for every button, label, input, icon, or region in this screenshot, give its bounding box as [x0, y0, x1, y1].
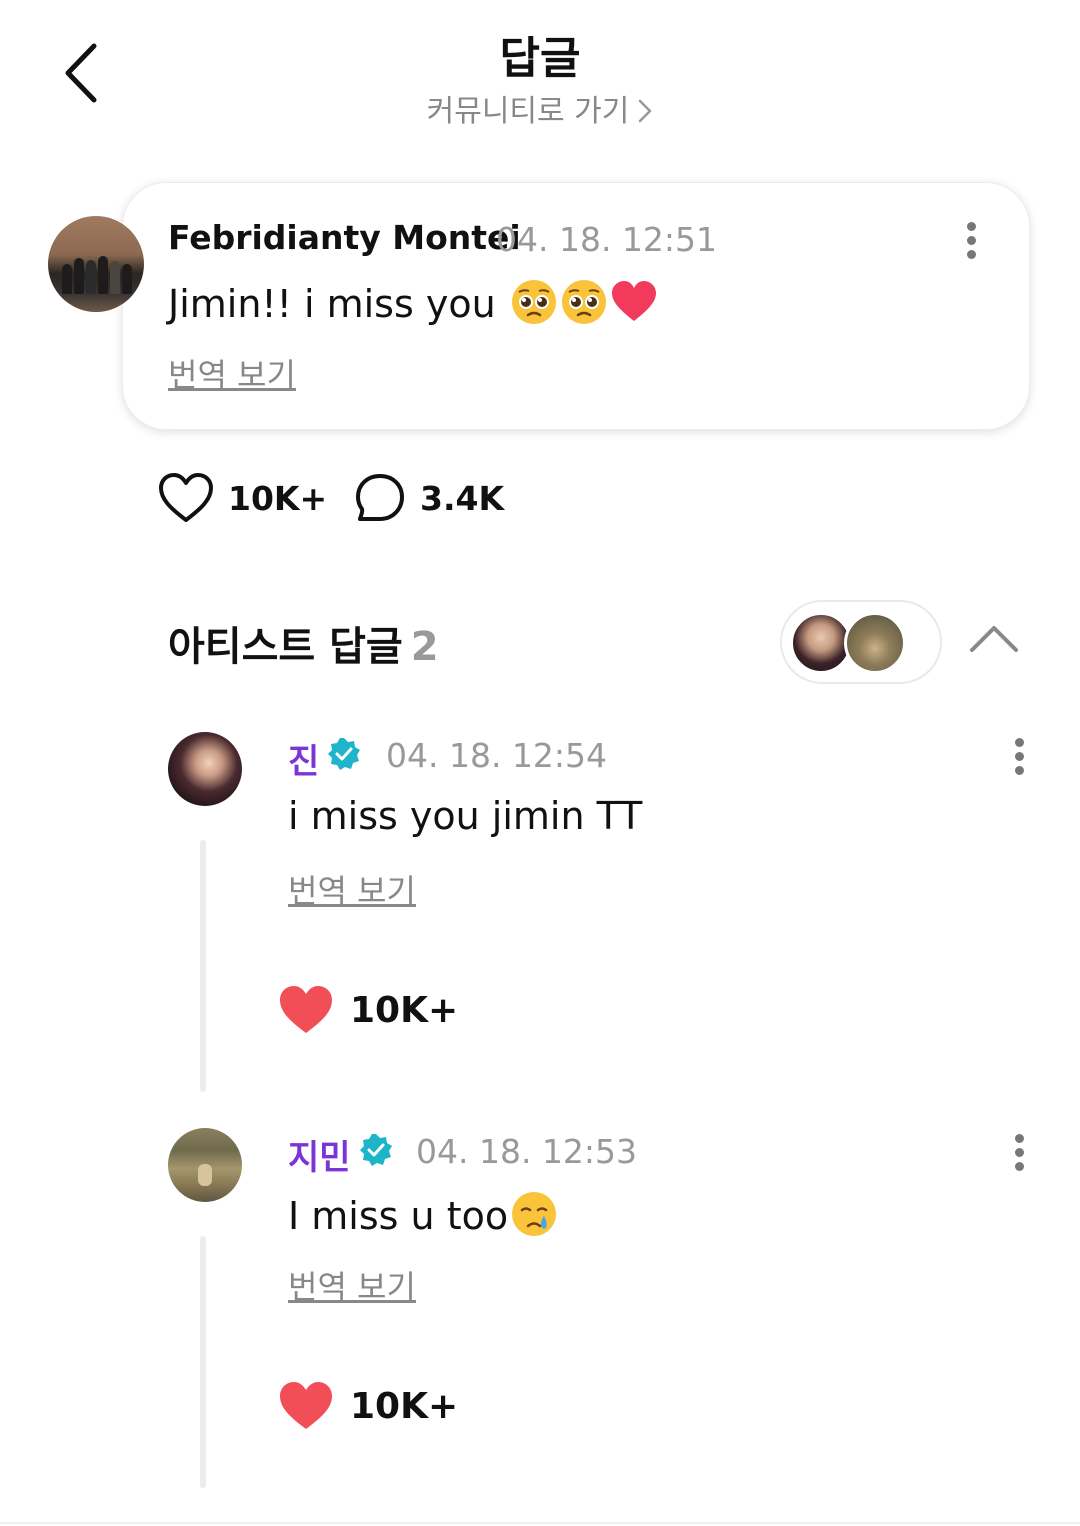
verified-badge-icon [359, 1133, 393, 1176]
artist-replies-heading: 아티스트 답글 2 [168, 614, 439, 672]
reply-author-name: 지민 [288, 1138, 351, 1178]
reply-count-button[interactable]: 3.4K [354, 470, 504, 526]
thread-line [200, 840, 206, 1092]
comment-text: Jimin!! i miss you [168, 278, 658, 335]
like-button[interactable]: 10K+ [158, 470, 327, 526]
avatar [844, 612, 906, 674]
translate-link[interactable]: 번역 보기 [288, 1262, 416, 1308]
speech-bubble-icon [356, 474, 404, 521]
translate-link[interactable]: 번역 보기 [168, 350, 296, 396]
reply-timestamp: 04. 18. 12:53 [416, 1132, 638, 1171]
chevron-up-icon [970, 626, 1018, 652]
reply-author-name: 진 [288, 742, 320, 782]
avatar[interactable] [168, 1128, 242, 1202]
collapse-button[interactable] [966, 616, 1022, 664]
pleading-face-icon [510, 278, 558, 335]
like-count: 10K+ [350, 1385, 459, 1427]
comment-text-body: Jimin!! i miss you [168, 282, 496, 326]
more-options-button[interactable] [1004, 734, 1034, 778]
translate-label: 번역 보기 [288, 872, 416, 910]
verified-badge-icon [327, 737, 361, 780]
reply-author[interactable]: 진 [288, 734, 361, 783]
translate-label: 번역 보기 [288, 1268, 416, 1306]
translate-label: 번역 보기 [168, 356, 296, 394]
thread-line [200, 1236, 206, 1488]
community-link-label: 커뮤니티로 가기 [426, 94, 630, 129]
comment-timestamp: 04. 18. 12:51 [496, 220, 718, 259]
artist-replies-title: 아티스트 답글 [168, 624, 403, 670]
reply-author[interactable]: 지민 [288, 1130, 393, 1179]
chevron-right-icon [637, 94, 653, 129]
reply-text: i miss you jimin TT [288, 794, 643, 838]
pleading-face-icon [560, 278, 608, 335]
heart-outline-icon [159, 473, 213, 522]
red-heart-icon [610, 278, 658, 335]
translate-link[interactable]: 번역 보기 [288, 866, 416, 912]
crying-face-icon [510, 1190, 558, 1247]
like-count: 10K+ [228, 478, 328, 518]
reply-timestamp: 04. 18. 12:54 [386, 736, 608, 775]
more-options-button[interactable] [956, 218, 986, 262]
page-title: 답글 [499, 33, 581, 84]
reply-text-body: I miss u too [288, 1194, 509, 1238]
artist-avatar-stack[interactable] [780, 600, 942, 684]
go-to-community-link[interactable]: 커뮤니티로 가기 [0, 86, 1080, 130]
comment-author[interactable]: Febridianty Montei [168, 218, 521, 257]
like-button[interactable]: 10K+ [278, 984, 458, 1036]
reply-text: I miss u too [288, 1190, 558, 1247]
reply-count: 3.4K [420, 478, 505, 518]
bottom-divider [0, 1522, 1080, 1524]
like-button[interactable]: 10K+ [278, 1380, 458, 1432]
heart-filled-icon [280, 1382, 332, 1429]
artist-replies-count: 2 [410, 624, 439, 670]
avatar[interactable] [168, 732, 242, 806]
more-options-button[interactable] [1004, 1130, 1034, 1174]
avatar [790, 612, 852, 674]
like-count: 10K+ [350, 989, 459, 1031]
heart-filled-icon [280, 986, 332, 1033]
top-app-bar: 답글 커뮤니티로 가기 [0, 0, 1080, 140]
avatar[interactable] [48, 216, 144, 312]
